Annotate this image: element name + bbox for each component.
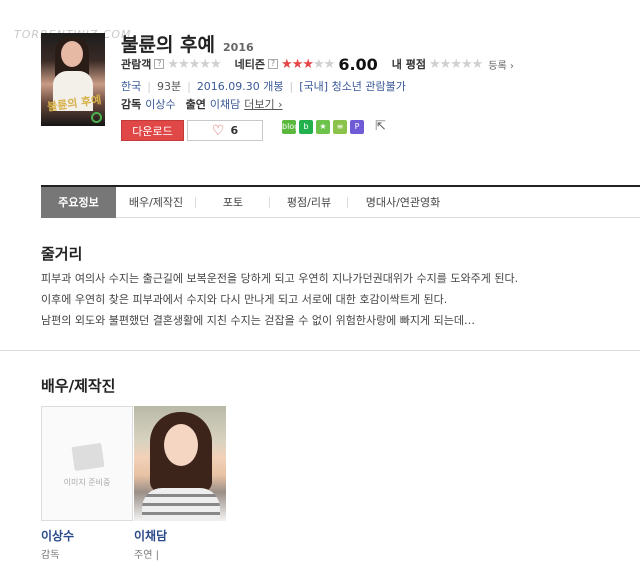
kakao-story-icon[interactable]: ★ [316, 120, 330, 134]
movie-title: 불륜의 후예 [121, 34, 216, 56]
grade-link[interactable]: [국내] 청소년 관람불가 [299, 78, 406, 94]
netizen-score: 6.00 [338, 54, 378, 74]
netizen-stars: ★★★★★ [281, 56, 336, 72]
like-count: 6 [230, 124, 239, 137]
release-date-link[interactable]: 2016.09.30 개봉 [197, 78, 284, 94]
star-icon: ★ [188, 56, 201, 72]
star-icon: ★ [439, 56, 452, 72]
director-label: 감독 [121, 98, 142, 111]
image-placeholder-text: 이미지 준비중 [63, 478, 111, 487]
country-link[interactable]: 한국 [121, 78, 141, 94]
star-icon: ★ [199, 56, 211, 72]
cast-name-link[interactable]: 이채담 [134, 527, 167, 544]
tab-reviews[interactable]: 평점/리뷰 [270, 187, 348, 218]
share-icons: blog b ★ ≡ P ⇱ [282, 120, 389, 134]
star-icon: ★ [281, 56, 293, 72]
tab-photo[interactable]: 포토 [196, 187, 270, 218]
cast-heading: 배우/제작진 [41, 377, 116, 395]
star-icon: ★ [450, 56, 462, 72]
cast-link[interactable]: 이채담 [210, 96, 240, 112]
movie-poster[interactable]: 불륜의 후예 [41, 33, 105, 126]
synopsis-heading: 줄거리 [41, 245, 83, 263]
like-button[interactable]: ♡ 6 [187, 120, 263, 141]
star-icon: ★ [460, 56, 473, 72]
cast-name-link[interactable]: 이상수 [41, 527, 74, 544]
synopsis-line: 남편의 외도와 불편했던 결혼생활에 지친 수지는 걷잡을 수 없이 위험한사랑… [41, 314, 476, 327]
cast-role: 감독 [41, 550, 60, 561]
audience-stars: ★★★★★ [167, 56, 222, 72]
cast-label: 출연 [185, 98, 206, 111]
cast-role: 주연 | [134, 550, 159, 561]
rating-row: 관람객 ? ★★★★★ 네티즌 ? ★★★★★ 6.00 내 평점 ★★★★★ … [121, 54, 514, 74]
heart-icon: ♡ [211, 122, 225, 139]
netizen-rating-label: 네티즌 [234, 58, 266, 71]
help-icon[interactable]: ? [154, 59, 165, 69]
star-icon: ★ [210, 56, 222, 72]
tab-related[interactable]: 명대사/연관영화 [348, 187, 458, 218]
naver-blog-icon[interactable]: blog [282, 120, 299, 134]
tab-bar: 주요정보 배우/제작진 포토 평점/리뷰 명대사/연관영화 [41, 187, 640, 218]
help-icon[interactable]: ? [268, 59, 279, 69]
more-link[interactable]: 더보기 › [244, 96, 282, 112]
star-icon: ★ [323, 56, 336, 72]
my-rating-stars[interactable]: ★★★★★ [429, 56, 484, 72]
crew-row: 감독 이상수 출연 이채담 더보기 › [121, 96, 283, 112]
naver-band-icon[interactable]: b [299, 120, 313, 134]
tab-main-info[interactable]: 주요정보 [41, 187, 116, 218]
synopsis-text: 피부과 여의사 수지는 출근길에 보복운전을 당하게 되고 우연히 지나가던권대… [41, 268, 518, 331]
synopsis-line: 이후에 우연히 찾은 피부과에서 수지와 다시 만나게 되고 서로에 대한 호감… [41, 293, 448, 306]
movie-year: 2016 [223, 41, 254, 54]
star-icon: ★ [302, 56, 314, 72]
cast-photo-placeholder[interactable]: 이미지 준비중 [41, 406, 133, 521]
me2day-icon[interactable]: ≡ [333, 120, 347, 134]
star-icon: ★ [291, 56, 304, 72]
tab-cast-crew[interactable]: 배우/제작진 [116, 187, 196, 218]
director-link[interactable]: 이상수 [145, 96, 175, 112]
cast-photo[interactable] [134, 406, 226, 521]
download-button[interactable]: 다운로드 [121, 120, 184, 141]
image-placeholder-icon [71, 443, 105, 471]
register-rating-link[interactable]: 등록 › [488, 57, 514, 72]
section-divider [0, 350, 640, 351]
share-icon[interactable]: ⇱ [375, 120, 389, 134]
star-icon: ★ [471, 56, 484, 72]
magnify-icon [91, 112, 102, 123]
star-icon: ★ [167, 56, 179, 72]
synopsis-line: 피부과 여의사 수지는 출근길에 보복운전을 당하게 되고 우연히 지나가던권대… [41, 272, 519, 285]
pin-icon[interactable]: P [350, 120, 364, 134]
my-rating-label: 내 평점 [391, 58, 426, 71]
star-icon: ★ [429, 56, 441, 72]
star-icon: ★ [178, 56, 190, 72]
runtime: 93분 [156, 80, 182, 93]
audience-rating-label: 관람객 [121, 58, 152, 71]
star-icon: ★ [313, 56, 325, 72]
movie-info: 한국 | 93분 | 2016.09.30 개봉 | [국내] 청소년 관람불가 [121, 78, 406, 94]
